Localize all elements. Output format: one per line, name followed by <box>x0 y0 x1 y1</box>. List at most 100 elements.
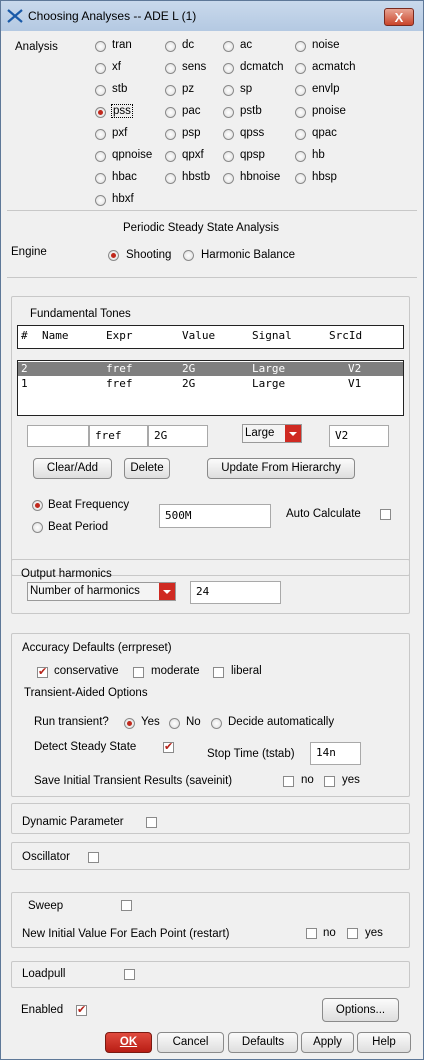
conservative-checkbox[interactable] <box>37 665 48 678</box>
harmonics-value-field[interactable]: 24 <box>190 581 281 604</box>
analysis-radio-hbxf[interactable] <box>95 195 106 206</box>
loadpull-checkbox[interactable] <box>124 969 135 980</box>
cancel-button[interactable]: Cancel <box>157 1032 224 1053</box>
analysis-radio-pstb[interactable] <box>223 107 234 118</box>
analysis-radio-noise[interactable] <box>295 41 306 52</box>
analysis-radio-qpsp[interactable] <box>223 151 234 162</box>
apply-button[interactable]: Apply <box>301 1032 354 1053</box>
analysis-radio-dc[interactable] <box>165 41 176 52</box>
analysis-radio-dcmatch[interactable] <box>223 63 234 74</box>
engine-harmonic-balance-label: Harmonic Balance <box>201 249 295 261</box>
beat-period-radio[interactable] <box>32 522 43 533</box>
run-transient-yes-radio[interactable] <box>124 718 135 729</box>
analysis-radio-envlp[interactable] <box>295 85 306 96</box>
analysis-radio-ac[interactable] <box>223 41 234 52</box>
beat-frequency-radio[interactable] <box>32 500 43 511</box>
moderate-checkbox[interactable] <box>133 667 144 678</box>
cell-signal: Large <box>252 362 286 375</box>
analysis-radio-hb[interactable] <box>295 151 306 162</box>
table-row[interactable]: 2 fref 2G Large V2 <box>18 362 403 376</box>
save-initial-yes-checkbox[interactable] <box>324 776 335 787</box>
analysis-radio-qpxf[interactable] <box>165 151 176 162</box>
clear-add-button[interactable]: Clear/Add <box>33 458 112 479</box>
beat-value-field[interactable]: 500M <box>159 504 271 528</box>
col-header: Value <box>182 329 216 342</box>
harmonics-mode-dropdown[interactable]: Number of harmonics <box>27 582 176 601</box>
analysis-radio-hbnoise[interactable] <box>223 173 234 184</box>
analysis-radio-pz[interactable] <box>165 85 176 96</box>
oscillator-label: Oscillator <box>22 851 70 863</box>
analysis-radio-acmatch[interactable] <box>295 63 306 74</box>
analyses-window: Choosing Analyses -- ADE L (1) X Analysi… <box>0 0 424 1060</box>
delete-button[interactable]: Delete <box>124 458 170 479</box>
tone-srcid-field[interactable]: V2 <box>329 425 389 447</box>
restart-yes-checkbox[interactable] <box>347 928 358 939</box>
tone-value-field[interactable]: 2G <box>148 425 208 447</box>
save-initial-no-checkbox[interactable] <box>283 776 294 787</box>
analysis-radio-pnoise[interactable] <box>295 107 306 118</box>
engine-harmonic-balance-radio[interactable] <box>183 250 194 261</box>
loadpull-panel: Loadpull <box>11 961 410 988</box>
analysis-radio-xf[interactable] <box>95 63 106 74</box>
liberal-checkbox[interactable] <box>213 667 224 678</box>
oscillator-checkbox[interactable] <box>88 852 99 863</box>
analysis-radio-qpac[interactable] <box>295 129 306 140</box>
analysis-label-sens: sens <box>182 61 207 73</box>
analysis-radio-hbac[interactable] <box>95 173 106 184</box>
table-row[interactable]: 1 fref 2G Large V1 <box>18 377 403 391</box>
engine-label: Engine <box>11 246 47 258</box>
run-transient-no-label: No <box>186 716 201 728</box>
moderate-label: moderate <box>151 665 200 677</box>
defaults-button[interactable]: Defaults <box>228 1032 298 1053</box>
dialog-content: Analysis tran dc ac noise xf sens dcmatch acmat… <box>7 31 417 1055</box>
update-from-hierarchy-button[interactable]: Update From Hierarchy <box>207 458 355 479</box>
sweep-checkbox[interactable] <box>121 900 132 911</box>
analysis-radio-psp[interactable] <box>165 129 176 140</box>
tone-name-field[interactable] <box>27 425 89 447</box>
close-button[interactable]: X <box>384 8 414 26</box>
liberal-label: liberal <box>231 665 262 677</box>
restart-label: New Initial Value For Each Point (restar… <box>22 928 230 940</box>
run-transient-auto-label: Decide automatically <box>228 716 335 728</box>
analysis-radio-hbsp[interactable] <box>295 173 306 184</box>
analysis-radio-pac[interactable] <box>165 107 176 118</box>
stop-time-field[interactable]: 14n <box>310 742 361 765</box>
cell-num: 2 <box>21 362 28 375</box>
analysis-label-pxf: pxf <box>112 127 128 139</box>
analysis-radio-sens[interactable] <box>165 63 176 74</box>
options-button[interactable]: Options... <box>322 998 399 1022</box>
analysis-radio-hbstb[interactable] <box>165 173 176 184</box>
analysis-radio-qpnoise[interactable] <box>95 151 106 162</box>
restart-no-checkbox[interactable] <box>306 928 317 939</box>
analysis-label-dc: dc <box>182 39 195 51</box>
run-transient-no-radio[interactable] <box>169 718 180 729</box>
analysis-radio-tran[interactable] <box>95 41 106 52</box>
analysis-radio-qpss[interactable] <box>223 129 234 140</box>
analysis-radio-sp[interactable] <box>223 85 234 96</box>
accuracy-panel: Accuracy Defaults (errpreset) conservati… <box>11 633 410 797</box>
dynamic-parameter-checkbox[interactable] <box>146 817 157 828</box>
restart-no-label: no <box>323 927 336 939</box>
analysis-radio-pss[interactable] <box>95 107 106 118</box>
analysis-radio-stb[interactable] <box>95 85 106 96</box>
cell-value: 2G <box>182 377 196 390</box>
analysis-label: Analysis <box>15 41 58 53</box>
tone-expr-field[interactable]: fref <box>89 425 148 447</box>
tone-signal-dropdown[interactable]: Large <box>242 424 302 443</box>
accuracy-title: Accuracy Defaults (errpreset) <box>22 642 172 654</box>
analysis-radio-pxf[interactable] <box>95 129 106 140</box>
analysis-label-pac: pac <box>182 105 201 117</box>
col-header: # <box>21 329 28 342</box>
ok-button[interactable]: OK <box>105 1032 152 1053</box>
help-button[interactable]: Help <box>357 1032 411 1053</box>
engine-shooting-radio[interactable] <box>108 250 119 261</box>
detect-steady-checkbox[interactable] <box>163 740 174 753</box>
analysis-label-pnoise: pnoise <box>312 105 346 117</box>
auto-calculate-checkbox[interactable] <box>380 509 391 520</box>
analysis-label-ac: ac <box>240 39 253 51</box>
chevron-down-icon <box>159 583 175 600</box>
enabled-checkbox[interactable] <box>76 1003 87 1016</box>
fundamental-tones-title: Fundamental Tones <box>30 308 131 320</box>
run-transient-auto-radio[interactable] <box>211 718 222 729</box>
analysis-label-hb: hb <box>312 149 325 161</box>
